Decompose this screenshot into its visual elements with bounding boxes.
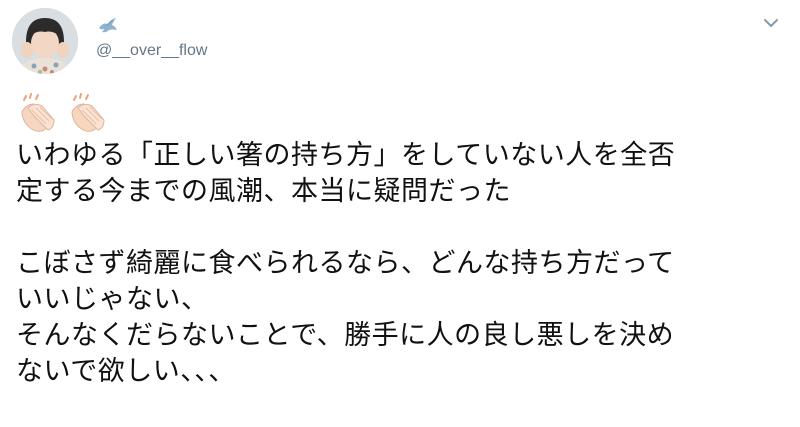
- tweet-header: @__over__flow: [12, 8, 788, 78]
- tweet-text: いわゆる「正しい箸の持ち方」をしていない人を全否 定する今までの風潮、本当に疑問…: [16, 138, 784, 390]
- tweet-text-line: いわゆる「正しい箸の持ち方」をしていない人を全否: [16, 140, 676, 171]
- user-handle[interactable]: @__over__flow: [96, 42, 207, 60]
- tweet-text-line: いいじゃない、: [16, 284, 209, 315]
- tweet-card: @__over__flow いわゆる「正しい箸の持ち方」をしていない人を全否 定…: [0, 0, 800, 427]
- emoji-row: [16, 92, 110, 136]
- clapping-hands-icon: [71, 93, 105, 132]
- chevron-down-icon[interactable]: [760, 12, 782, 34]
- display-name[interactable]: [96, 16, 118, 36]
- tweet-text-line: ないで欲しい、、、: [16, 356, 236, 387]
- avatar[interactable]: [12, 8, 78, 74]
- avatar-image: [12, 8, 78, 74]
- dove-icon: [99, 18, 117, 33]
- tweet-text-line: 定する今までの風潮、本当に疑問だった: [16, 176, 511, 207]
- clapping-hands-icon: [21, 93, 55, 132]
- tweet-text-line: こぼさず綺麗に食べられるなら、どんな持ち方だって: [16, 248, 675, 279]
- tweet-text-line: そんなくだらないことで、勝手に人の良し悪しを決め: [16, 320, 675, 351]
